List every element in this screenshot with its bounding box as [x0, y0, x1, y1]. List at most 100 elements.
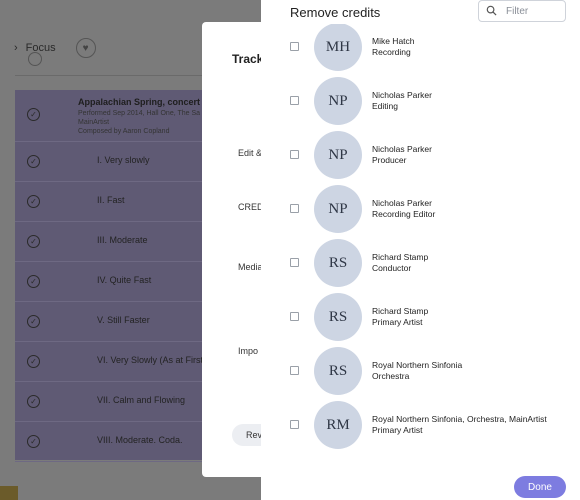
track-name: VII. Calm and Flowing: [97, 395, 186, 405]
credit-checkbox[interactable]: [290, 312, 299, 321]
credit-checkbox[interactable]: [290, 42, 299, 51]
credit-text: Royal Northern Sinfonia, Orchestra, Main…: [372, 414, 547, 436]
credit-item[interactable]: NP Nicholas Parker Recording Editor: [261, 182, 580, 236]
track-row[interactable]: ✓ V. Still Faster: [15, 302, 215, 342]
track-row[interactable]: ✓ III. Moderate: [15, 222, 215, 262]
check-circle-icon[interactable]: ✓: [27, 155, 40, 168]
avatar: RS: [314, 293, 362, 341]
filter-input[interactable]: [506, 4, 562, 18]
credit-item[interactable]: RS Royal Northern Sinfonia Orchestra: [261, 344, 580, 398]
filter-box: [478, 0, 566, 22]
thumbnail-image: [0, 486, 18, 500]
credit-role: Primary Artist: [372, 317, 423, 327]
credit-role: Recording Editor: [372, 209, 436, 219]
credit-item[interactable]: RS Richard Stamp Primary Artist: [261, 290, 580, 344]
composed-prefix: Composed by: [78, 128, 122, 135]
credit-text: Richard Stamp Conductor: [372, 252, 428, 274]
credit-text: Royal Northern Sinfonia Orchestra: [372, 360, 462, 382]
check-circle-icon[interactable]: ✓: [27, 275, 40, 288]
check-circle-icon[interactable]: ✓: [27, 315, 40, 328]
track-row[interactable]: ✓ II. Fast: [15, 182, 215, 222]
credit-role: Producer: [372, 155, 407, 165]
avatar: RS: [314, 347, 362, 395]
credit-name: Royal Northern Sinfonia, Orchestra, Main…: [372, 414, 547, 424]
work-performed: Performed Sep 2014, Hall One, The Sa: [78, 110, 201, 117]
credit-name: Richard Stamp: [372, 306, 429, 316]
modal-label-edit: Edit &: [238, 148, 263, 158]
credit-checkbox[interactable]: [290, 366, 299, 375]
check-circle-icon[interactable]: ✓: [27, 108, 40, 121]
credit-checkbox[interactable]: [290, 420, 299, 429]
credit-checkbox[interactable]: [290, 150, 299, 159]
credit-item[interactable]: RM Royal Northern Sinfonia, Orchestra, Ma…: [261, 398, 580, 452]
work-title: Appalachian Spring, concert su: [78, 97, 214, 107]
credit-name: Mike Hatch: [372, 36, 415, 46]
track-name: III. Moderate: [97, 235, 148, 245]
credit-text: Nicholas Parker Producer: [372, 144, 432, 166]
modal-label-media: Media: [238, 262, 263, 272]
avatar: NP: [314, 131, 362, 179]
credit-item[interactable]: NP Nicholas Parker Editing: [261, 74, 580, 128]
credit-role: Primary Artist: [372, 425, 423, 435]
track-row-partial: [15, 52, 215, 76]
credit-text: Mike Hatch Recording: [372, 36, 415, 58]
selected-tracks-list: ✓ Appalachian Spring, concert su Perform…: [15, 90, 215, 462]
composer-name: Aaron Copland: [122, 128, 170, 135]
credit-checkbox[interactable]: [290, 204, 299, 213]
credit-checkbox[interactable]: [290, 96, 299, 105]
credit-text: Richard Stamp Primary Artist: [372, 306, 428, 328]
done-button[interactable]: Done: [514, 476, 566, 498]
heart-icon[interactable]: ♥: [75, 38, 96, 58]
track-row[interactable]: ✓ VII. Calm and Flowing: [15, 382, 215, 422]
credit-role: Orchestra: [372, 371, 410, 381]
track-row[interactable]: ✓ VI. Very Slowly (As at First: [15, 342, 215, 382]
track-name: IV. Quite Fast: [97, 275, 152, 285]
track-name: VIII. Moderate. Coda.: [97, 435, 183, 445]
credit-name: Nicholas Parker: [372, 198, 432, 208]
track-name: II. Fast: [97, 195, 125, 205]
credit-item[interactable]: MH Mike Hatch Recording: [261, 24, 580, 74]
credit-text: Nicholas Parker Recording Editor: [372, 198, 435, 220]
credit-name: Richard Stamp: [372, 252, 429, 262]
check-circle-icon[interactable]: ✓: [27, 355, 40, 368]
panel-title: Remove credits: [290, 5, 381, 20]
track-rows: ✓ I. Very slowly ✓ II. Fast ✓ III. Moderate ✓ I…: [15, 142, 215, 462]
check-circle-icon[interactable]: ✓: [27, 235, 40, 248]
check-circle-icon[interactable]: ✓: [27, 195, 40, 208]
credit-name: Nicholas Parker: [372, 90, 432, 100]
check-circle-icon: [28, 52, 42, 66]
work-header[interactable]: ✓ Appalachian Spring, concert su Perform…: [15, 90, 215, 142]
chevron-right-icon: ›: [14, 42, 18, 54]
credit-name: Royal Northern Sinfonia: [372, 360, 463, 370]
credit-role: Recording: [372, 47, 411, 57]
track-name: I. Very slowly: [97, 155, 150, 165]
credit-role: Conductor: [372, 263, 412, 273]
avatar: RM: [314, 401, 362, 449]
track-name: V. Still Faster: [97, 315, 150, 325]
focus-control[interactable]: › Focus ♥: [14, 38, 96, 58]
credit-item[interactable]: RS Richard Stamp Conductor: [261, 236, 580, 290]
modal-title: Track: [232, 52, 264, 66]
modal-label-credits: CRED: [238, 202, 264, 212]
avatar: RS: [314, 239, 362, 287]
modal-label-import: Impo: [238, 346, 259, 356]
credit-item[interactable]: NP Nicholas Parker Producer: [261, 128, 580, 182]
track-name: VI. Very Slowly (As at First: [97, 355, 204, 365]
search-icon: [486, 5, 497, 16]
work-composer-line: Composed by Aaron Copland: [78, 128, 169, 135]
avatar: NP: [314, 77, 362, 125]
avatar: MH: [314, 24, 362, 71]
remove-credits-panel: Remove credits MH Mike HatchRecording NP Ni…: [261, 0, 580, 500]
credit-role: Editing: [372, 101, 398, 111]
track-row[interactable]: ✓ I. Very slowly: [15, 142, 215, 182]
avatar: NP: [314, 185, 362, 233]
credits-list: MH Mike Hatch Recording NP Nicholas Parker Ed…: [261, 24, 580, 468]
track-row[interactable]: ✓ VIII. Moderate. Coda.: [15, 422, 215, 462]
check-circle-icon[interactable]: ✓: [27, 435, 40, 448]
credit-checkbox[interactable]: [290, 258, 299, 267]
work-role: MainArtist: [78, 119, 110, 126]
credit-name: Nicholas Parker: [372, 144, 432, 154]
check-circle-icon[interactable]: ✓: [27, 395, 40, 408]
credit-text: Nicholas Parker Editing: [372, 90, 432, 112]
track-row[interactable]: ✓ IV. Quite Fast: [15, 262, 215, 302]
